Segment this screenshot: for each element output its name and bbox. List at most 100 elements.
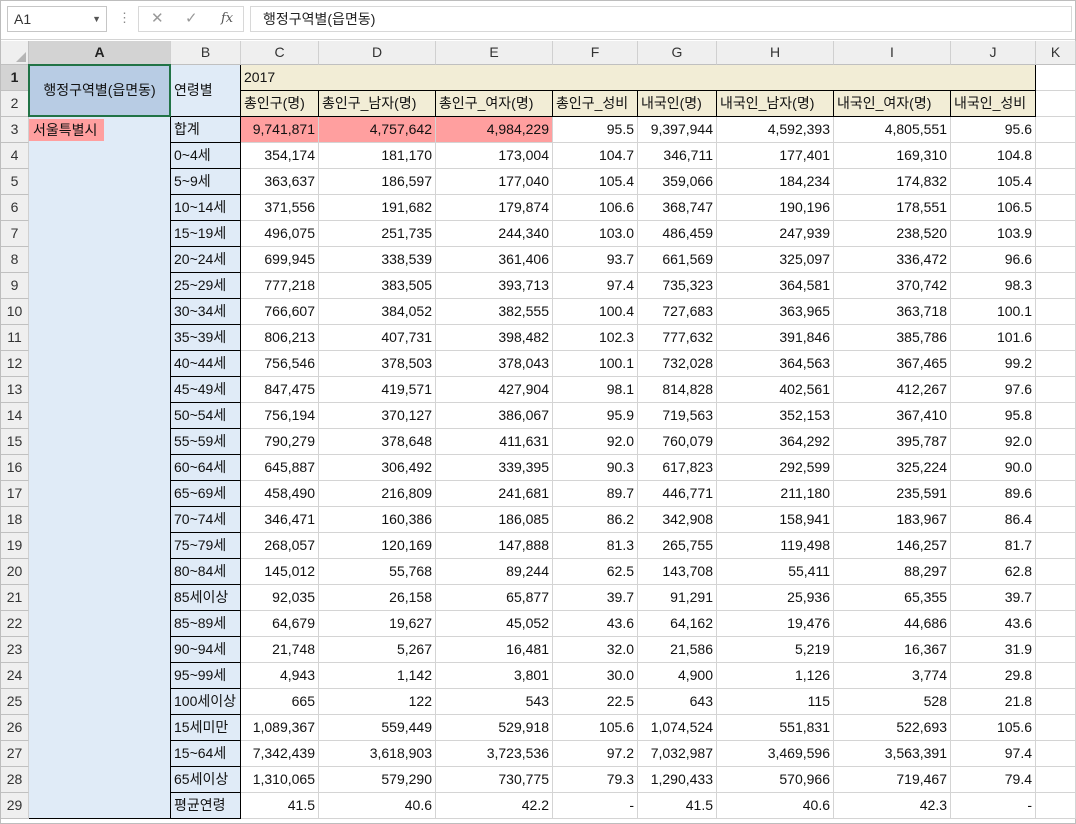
- cell-age-group[interactable]: 50~54세: [171, 403, 241, 429]
- cell-year[interactable]: 2017: [241, 65, 1036, 91]
- cell-value[interactable]: 361,406: [436, 247, 553, 273]
- cell-value[interactable]: 359,066: [638, 169, 717, 195]
- cell-value[interactable]: 145,012: [241, 559, 319, 585]
- cell-value[interactable]: 216,809: [319, 481, 436, 507]
- cell-value[interactable]: 363,718: [834, 299, 951, 325]
- cell-value[interactable]: 104.7: [553, 143, 638, 169]
- cell-value[interactable]: -: [553, 793, 638, 819]
- cell-value[interactable]: 1,126: [717, 663, 834, 689]
- cell-value[interactable]: 40.6: [319, 793, 436, 819]
- cell-value[interactable]: 41.5: [241, 793, 319, 819]
- cell-age-group[interactable]: 40~44세: [171, 351, 241, 377]
- cell-value[interactable]: 86.4: [951, 507, 1036, 533]
- cell-value[interactable]: 92.0: [951, 429, 1036, 455]
- row-header[interactable]: 19: [1, 533, 29, 559]
- cell-value[interactable]: 1,074,524: [638, 715, 717, 741]
- cell-value[interactable]: 395,787: [834, 429, 951, 455]
- row-header[interactable]: 9: [1, 273, 29, 299]
- cell-value[interactable]: 186,085: [436, 507, 553, 533]
- cell-value[interactable]: 486,459: [638, 221, 717, 247]
- cell-value[interactable]: 235,591: [834, 481, 951, 507]
- cell-value[interactable]: 790,279: [241, 429, 319, 455]
- cell-value[interactable]: 95.6: [951, 117, 1036, 143]
- formula-bar-splitter-icon[interactable]: ⋮: [118, 10, 131, 26]
- cell-age-group[interactable]: 5~9세: [171, 169, 241, 195]
- cell-age-group[interactable]: 85~89세: [171, 611, 241, 637]
- cell-value[interactable]: 64,162: [638, 611, 717, 637]
- column-header[interactable]: A: [29, 41, 171, 65]
- cell-value[interactable]: 16,481: [436, 637, 553, 663]
- cell-value[interactable]: 496,075: [241, 221, 319, 247]
- cell-value[interactable]: 146,257: [834, 533, 951, 559]
- enter-icon[interactable]: ✓: [185, 9, 198, 27]
- cell[interactable]: [1036, 273, 1076, 299]
- cell-value[interactable]: 3,469,596: [717, 741, 834, 767]
- cell-value[interactable]: 364,292: [717, 429, 834, 455]
- cell-value[interactable]: 65,877: [436, 585, 553, 611]
- insert-function-icon[interactable]: fx: [221, 11, 233, 26]
- cell-column-title[interactable]: 총인구_여자(명): [436, 91, 553, 117]
- cell[interactable]: [1036, 143, 1076, 169]
- cell-value[interactable]: 325,097: [717, 247, 834, 273]
- row-header[interactable]: 6: [1, 195, 29, 221]
- cell-value[interactable]: 699,945: [241, 247, 319, 273]
- cell-value[interactable]: 99.2: [951, 351, 1036, 377]
- row-header[interactable]: 24: [1, 663, 29, 689]
- cell-value[interactable]: 559,449: [319, 715, 436, 741]
- cell-value[interactable]: 617,823: [638, 455, 717, 481]
- cell-value[interactable]: 120,169: [319, 533, 436, 559]
- cell-age-group[interactable]: 55~59세: [171, 429, 241, 455]
- row-header[interactable]: 5: [1, 169, 29, 195]
- cell-value[interactable]: 103.0: [553, 221, 638, 247]
- cell-value[interactable]: 100.1: [951, 299, 1036, 325]
- cell-value[interactable]: 732,028: [638, 351, 717, 377]
- cell-value[interactable]: 190,196: [717, 195, 834, 221]
- cell-value[interactable]: 446,771: [638, 481, 717, 507]
- cell-column-title[interactable]: 총인구_남자(명): [319, 91, 436, 117]
- cell-value[interactable]: 174,832: [834, 169, 951, 195]
- cell-value[interactable]: 25,936: [717, 585, 834, 611]
- cell-value[interactable]: 665: [241, 689, 319, 715]
- cell-value[interactable]: 402,561: [717, 377, 834, 403]
- cell-value[interactable]: 4,757,642: [319, 117, 436, 143]
- cell-value[interactable]: 458,490: [241, 481, 319, 507]
- cell-value[interactable]: 364,563: [717, 351, 834, 377]
- cell-value[interactable]: 265,755: [638, 533, 717, 559]
- cell-value[interactable]: 1,310,065: [241, 767, 319, 793]
- cell-value[interactable]: 177,401: [717, 143, 834, 169]
- cell-value[interactable]: 543: [436, 689, 553, 715]
- cell-value[interactable]: 342,908: [638, 507, 717, 533]
- column-header[interactable]: E: [436, 41, 553, 65]
- cell-value[interactable]: 354,174: [241, 143, 319, 169]
- cell-value[interactable]: 529,918: [436, 715, 553, 741]
- cell[interactable]: [1036, 91, 1076, 117]
- cell-age-group[interactable]: 60~64세: [171, 455, 241, 481]
- cell-value[interactable]: 100.1: [553, 351, 638, 377]
- row-header[interactable]: 2: [1, 91, 29, 117]
- cell-value[interactable]: 1,089,367: [241, 715, 319, 741]
- cell-value[interactable]: 3,801: [436, 663, 553, 689]
- cell-value[interactable]: 325,224: [834, 455, 951, 481]
- cell-value[interactable]: 173,004: [436, 143, 553, 169]
- row-header[interactable]: 13: [1, 377, 29, 403]
- cell[interactable]: [1036, 767, 1076, 793]
- cell-value[interactable]: 181,170: [319, 143, 436, 169]
- cell-value[interactable]: 169,310: [834, 143, 951, 169]
- cell[interactable]: [1036, 741, 1076, 767]
- row-header[interactable]: 18: [1, 507, 29, 533]
- cell-value[interactable]: 43.6: [553, 611, 638, 637]
- cell-value[interactable]: 43.6: [951, 611, 1036, 637]
- cell-value[interactable]: 93.7: [553, 247, 638, 273]
- cell-value[interactable]: 21.8: [951, 689, 1036, 715]
- cell-value[interactable]: 62.5: [553, 559, 638, 585]
- cell-age-group[interactable]: 25~29세: [171, 273, 241, 299]
- cell-value[interactable]: 378,648: [319, 429, 436, 455]
- cell-age-header[interactable]: 연령별: [171, 65, 241, 117]
- column-header[interactable]: F: [553, 41, 638, 65]
- cell[interactable]: [1036, 403, 1076, 429]
- row-header[interactable]: 16: [1, 455, 29, 481]
- cell-value[interactable]: 104.8: [951, 143, 1036, 169]
- cell-value[interactable]: 21,748: [241, 637, 319, 663]
- cell-value[interactable]: 95.5: [553, 117, 638, 143]
- cell-value[interactable]: 661,569: [638, 247, 717, 273]
